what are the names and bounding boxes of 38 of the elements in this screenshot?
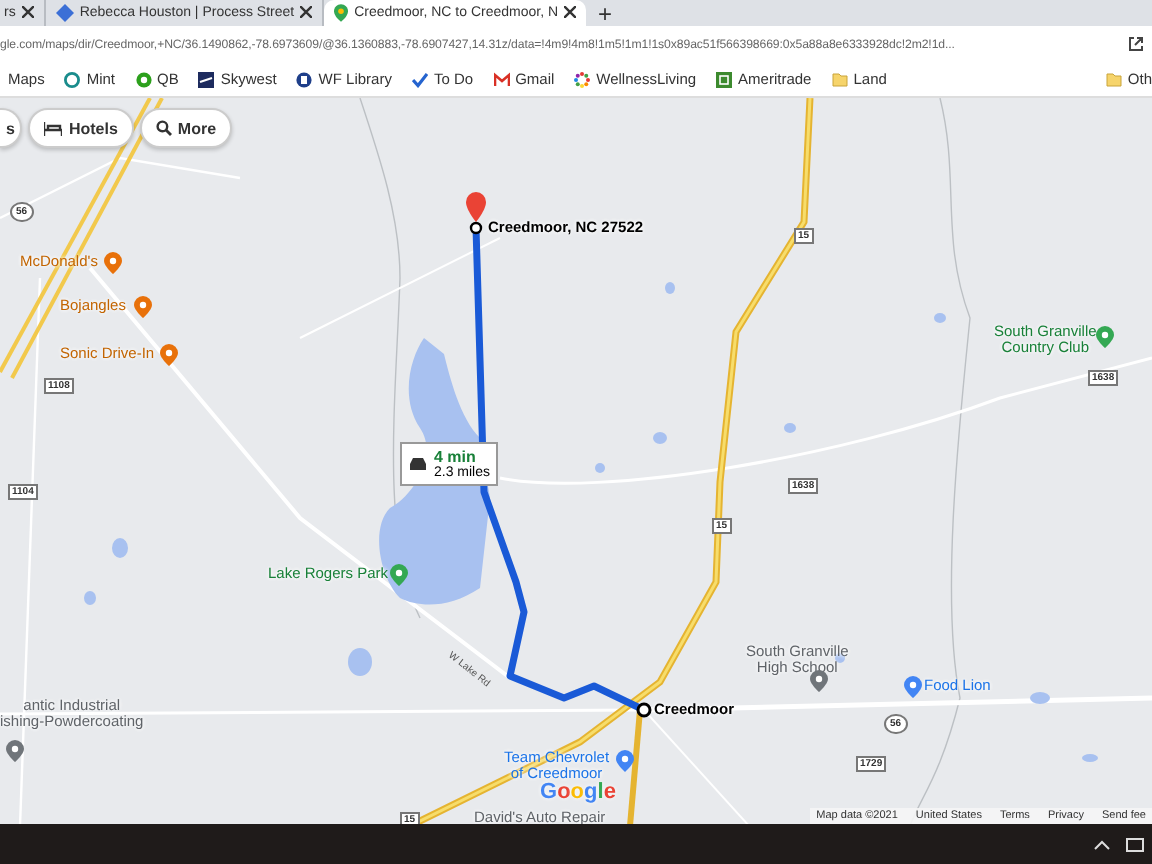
place-pin-icon[interactable]	[390, 564, 408, 586]
route-time: 4 min	[434, 448, 476, 466]
place-pin-icon[interactable]	[810, 670, 828, 692]
filter-chip[interactable]: Hotels	[28, 108, 134, 148]
checkmark-icon	[411, 71, 428, 87]
external-link-icon[interactable]	[1128, 36, 1144, 52]
place-pin-icon[interactable]	[6, 740, 24, 762]
place-pin-icon[interactable]	[104, 252, 122, 274]
ring-logo-icon	[135, 71, 152, 87]
map-pin-icon	[334, 4, 349, 22]
google-logo: Google	[540, 780, 616, 804]
chevron-up-icon[interactable]	[1094, 839, 1110, 849]
place-pin-icon[interactable]	[1096, 326, 1114, 348]
close-icon[interactable]	[564, 4, 577, 22]
destination-marker-icon	[469, 221, 483, 235]
folder-icon	[831, 71, 848, 87]
place-pin-icon[interactable]	[134, 296, 152, 318]
round-logo-icon	[296, 71, 313, 87]
filter-chip[interactable]: More	[139, 108, 233, 148]
tray-icon[interactable]	[1126, 837, 1144, 851]
mail-icon	[493, 71, 510, 87]
place-pin-icon[interactable]	[616, 750, 634, 772]
new-tab-button[interactable]: +	[586, 0, 625, 26]
place-pin-icon[interactable]	[904, 676, 922, 698]
destination-pin-icon[interactable]	[466, 192, 486, 222]
diamond-logo-icon	[55, 4, 74, 22]
close-icon[interactable]	[21, 4, 34, 22]
flower-icon	[574, 71, 591, 87]
car-icon	[408, 456, 428, 472]
close-icon[interactable]	[300, 4, 313, 22]
place-pin-icon[interactable]	[160, 344, 178, 366]
circle-logo-icon	[64, 71, 81, 87]
folder-icon	[1105, 71, 1122, 87]
bed-icon	[44, 121, 63, 135]
square-logo-icon	[716, 71, 733, 87]
square-logo-icon	[198, 71, 215, 87]
search-icon	[155, 120, 172, 136]
origin-marker-icon	[636, 702, 652, 718]
